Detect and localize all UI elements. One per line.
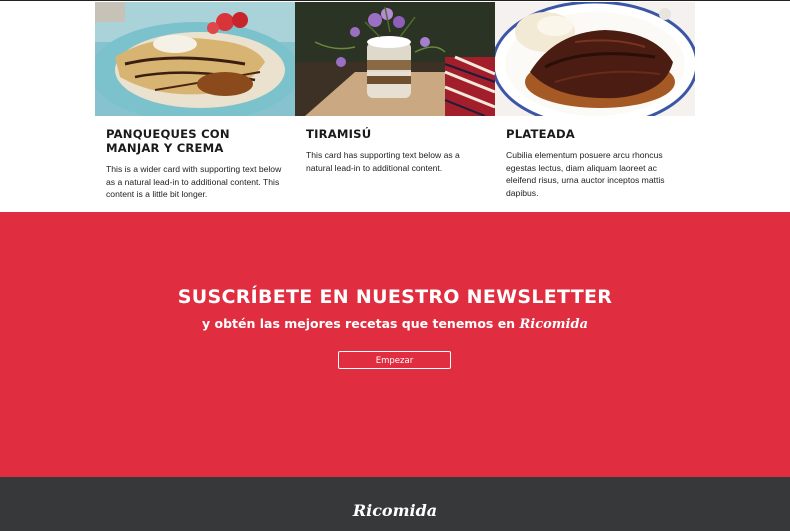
card-title: PANQUEQUES CON MANJAR Y CREMA xyxy=(106,127,230,155)
card-title: PLATEADA xyxy=(506,127,575,141)
top-border xyxy=(0,0,790,1)
recipe-card-plateada[interactable]: PLATEADA Cubilia elementum posuere arcu … xyxy=(495,2,695,212)
recipe-cards: PANQUEQUES CON MANJAR Y CREMA This is a … xyxy=(95,2,695,212)
newsletter-brand: Ricomida xyxy=(519,317,588,332)
footer: Ricomida xyxy=(0,477,790,531)
card-text: This card has supporting text below as a… xyxy=(306,150,460,173)
pancakes-photo[interactable] xyxy=(95,2,295,116)
card-text: This is a wider card with supporting tex… xyxy=(106,164,282,199)
card-title: TIRAMISÚ xyxy=(306,127,372,141)
newsletter-section: SUSCRÍBETE EN NUESTRO NEWSLETTER y obtén… xyxy=(0,212,790,477)
start-button[interactable]: Empezar xyxy=(338,351,451,369)
recipe-card-tiramisu[interactable]: TIRAMISÚ This card has supporting text b… xyxy=(295,2,495,212)
card-text: Cubilia elementum posuere arcu rhoncus e… xyxy=(506,150,665,198)
newsletter-title: SUSCRÍBETE EN NUESTRO NEWSLETTER xyxy=(177,286,613,308)
footer-logo[interactable]: Ricomida xyxy=(0,501,790,520)
tiramisu-photo[interactable] xyxy=(295,2,495,116)
newsletter-subtitle-text: y obtén las mejores recetas que tenemos … xyxy=(202,316,516,331)
plateada-photo[interactable] xyxy=(495,2,695,116)
newsletter-subtitle: y obtén las mejores recetas que tenemos … xyxy=(0,316,790,332)
recipe-card-panqueques[interactable]: PANQUEQUES CON MANJAR Y CREMA This is a … xyxy=(95,2,295,212)
